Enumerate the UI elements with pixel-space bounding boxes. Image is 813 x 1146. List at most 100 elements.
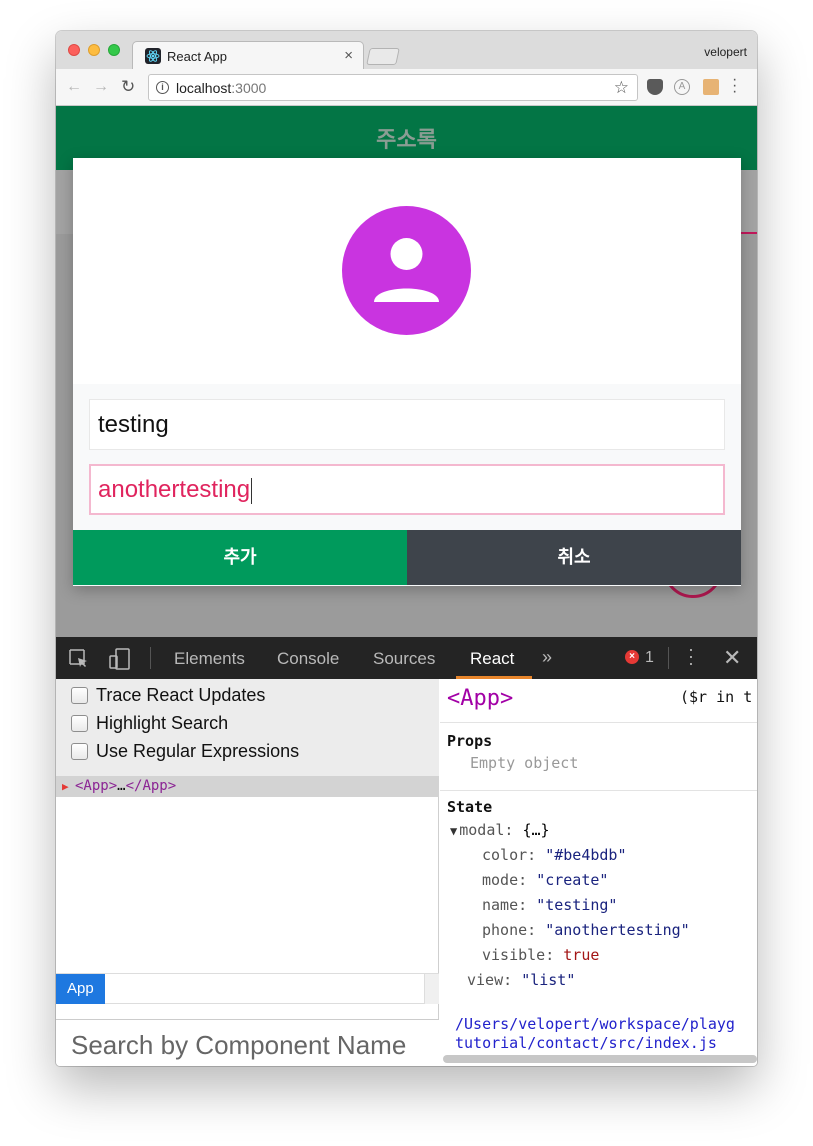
- face-extension-icon[interactable]: [703, 79, 719, 95]
- state-value[interactable]: "anothertesting": [545, 921, 690, 939]
- toolbar-divider: [668, 647, 669, 669]
- trace-updates-label[interactable]: Trace React Updates: [96, 685, 265, 706]
- cancel-button[interactable]: 취소: [407, 530, 741, 585]
- devtools-tab-bar: Elements Console Sources React » × 1 · · ·…: [56, 637, 757, 679]
- phone-input-value: anothertesting: [98, 476, 251, 503]
- horizontal-scrollbar[interactable]: [443, 1055, 757, 1063]
- url-text[interactable]: localhost:3000: [176, 80, 266, 96]
- tab-console[interactable]: Console: [277, 649, 339, 669]
- state-key: modal:: [459, 821, 514, 839]
- inspect-element-icon[interactable]: [69, 649, 89, 669]
- breadcrumb: App: [56, 973, 439, 1004]
- browser-window: React App × velopert ← → ↻ i localhost:3…: [56, 31, 757, 1066]
- react-tree-pane: Trace React Updates Highlight Search Use…: [56, 679, 439, 1066]
- state-value[interactable]: "list": [521, 971, 575, 989]
- state-name-row[interactable]: name: "testing": [482, 896, 617, 914]
- add-button[interactable]: 추가: [73, 530, 407, 585]
- source-link-line1[interactable]: /Users/velopert/workspace/playg: [455, 1015, 735, 1033]
- state-phone-row[interactable]: phone: "anothertesting": [482, 921, 690, 939]
- tab-react[interactable]: React: [470, 649, 514, 669]
- person-avatar-icon: [342, 206, 471, 335]
- url-host: localhost: [176, 80, 232, 96]
- name-input[interactable]: testing: [89, 399, 725, 450]
- state-key: view:: [467, 971, 513, 989]
- profile-name[interactable]: velopert: [704, 45, 747, 59]
- tab-sources[interactable]: Sources: [373, 649, 435, 669]
- state-value: {…}: [522, 821, 550, 839]
- react-favicon-icon: [145, 48, 161, 64]
- window-maximize-button[interactable]: [108, 44, 120, 56]
- state-key: phone:: [482, 921, 537, 939]
- devtools-menu-icon[interactable]: · · ·: [688, 640, 694, 672]
- state-visible-row[interactable]: visible: true: [482, 946, 599, 964]
- state-value[interactable]: "create": [536, 871, 608, 889]
- a-extension-icon[interactable]: A: [674, 79, 690, 95]
- contact-modal: testing anothertesting 추가 취소: [73, 158, 741, 586]
- state-modal-row[interactable]: ▼ modal: {…}: [450, 821, 550, 839]
- tab-strip: React App × velopert: [56, 31, 757, 70]
- reload-icon[interactable]: ↻: [121, 77, 135, 97]
- error-count[interactable]: 1: [645, 649, 654, 667]
- url-port: :3000: [231, 80, 267, 96]
- tree-close-tag: </App>: [125, 778, 177, 794]
- section-divider: [440, 790, 757, 791]
- source-link-line2[interactable]: tutorial/contact/src/index.js: [455, 1034, 717, 1052]
- browser-tab-react-app[interactable]: React App ×: [132, 41, 364, 70]
- component-inspector: <App> ($r in t Props Empty object State …: [440, 679, 757, 1066]
- pocket-extension-icon[interactable]: [647, 79, 663, 95]
- tree-node-app[interactable]: ▶ <App>…</App>: [56, 776, 439, 797]
- tree-open-tag: <App>: [75, 778, 118, 794]
- state-key: name:: [482, 896, 528, 914]
- react-settings: Trace React Updates Highlight Search Use…: [56, 679, 439, 776]
- tab-close-icon[interactable]: ×: [344, 47, 353, 64]
- window-close-button[interactable]: [68, 44, 80, 56]
- new-tab-button[interactable]: [366, 48, 400, 65]
- phone-input[interactable]: anothertesting: [89, 464, 725, 515]
- tab-elements[interactable]: Elements: [174, 649, 245, 669]
- collapse-triangle-icon[interactable]: ▼: [450, 824, 457, 838]
- error-icon[interactable]: ×: [625, 650, 639, 664]
- browser-toolbar: ← → ↻ i localhost:3000 ☆ A · · ·: [56, 69, 757, 106]
- regex-label[interactable]: Use Regular Expressions: [96, 741, 299, 762]
- tree-node-label[interactable]: <App>…</App>: [75, 776, 176, 797]
- state-view-row[interactable]: view: "list": [467, 971, 575, 989]
- devtools-panel: Elements Console Sources React » × 1 · · ·…: [56, 637, 757, 1066]
- breadcrumb-scrollbar[interactable]: [424, 974, 439, 1004]
- props-empty-text: Empty object: [470, 754, 579, 772]
- devtools-close-icon[interactable]: ✕: [723, 645, 741, 671]
- state-key: color:: [482, 846, 537, 864]
- expand-arrow-icon[interactable]: ▶: [62, 776, 69, 797]
- browser-menu-icon[interactable]: · · ·: [732, 72, 737, 100]
- back-arrow-icon[interactable]: ←: [66, 78, 82, 96]
- page-viewport: 주소록 testing anothertesting 추가 취소: [56, 106, 757, 639]
- tree-ellipsis: …: [117, 778, 126, 794]
- state-key: visible:: [482, 946, 555, 964]
- console-hint: ($r in t: [680, 688, 753, 706]
- breadcrumb-app[interactable]: App: [56, 974, 105, 1004]
- bookmark-star-icon[interactable]: ☆: [614, 78, 629, 98]
- inspector-header: <App> ($r in t: [440, 679, 757, 723]
- state-heading: State: [447, 798, 493, 816]
- app-title: 주소록: [376, 127, 437, 152]
- selected-component-name: <App>: [447, 686, 514, 711]
- state-mode-row[interactable]: mode: "create": [482, 871, 608, 889]
- modal-avatar-area: [73, 158, 741, 384]
- text-caret: [251, 477, 253, 504]
- highlight-search-label[interactable]: Highlight Search: [96, 713, 228, 734]
- state-key: mode:: [482, 871, 528, 889]
- window-minimize-button[interactable]: [88, 44, 100, 56]
- device-toolbar-icon[interactable]: [109, 648, 131, 670]
- regex-checkbox[interactable]: [71, 743, 88, 760]
- component-search-input[interactable]: Search by Component Name: [56, 1019, 439, 1066]
- site-info-icon[interactable]: i: [156, 81, 169, 94]
- trace-updates-checkbox[interactable]: [71, 687, 88, 704]
- more-tabs-icon[interactable]: »: [542, 647, 552, 668]
- state-value[interactable]: "#be4bdb": [545, 846, 626, 864]
- address-bar[interactable]: i localhost:3000 ☆: [148, 74, 638, 101]
- forward-arrow-icon[interactable]: →: [93, 78, 109, 96]
- state-value[interactable]: true: [563, 946, 599, 964]
- tab-title: React App: [167, 49, 227, 64]
- highlight-search-checkbox[interactable]: [71, 715, 88, 732]
- state-value[interactable]: "testing": [536, 896, 617, 914]
- state-color-row[interactable]: color: "#be4bdb": [482, 846, 627, 864]
